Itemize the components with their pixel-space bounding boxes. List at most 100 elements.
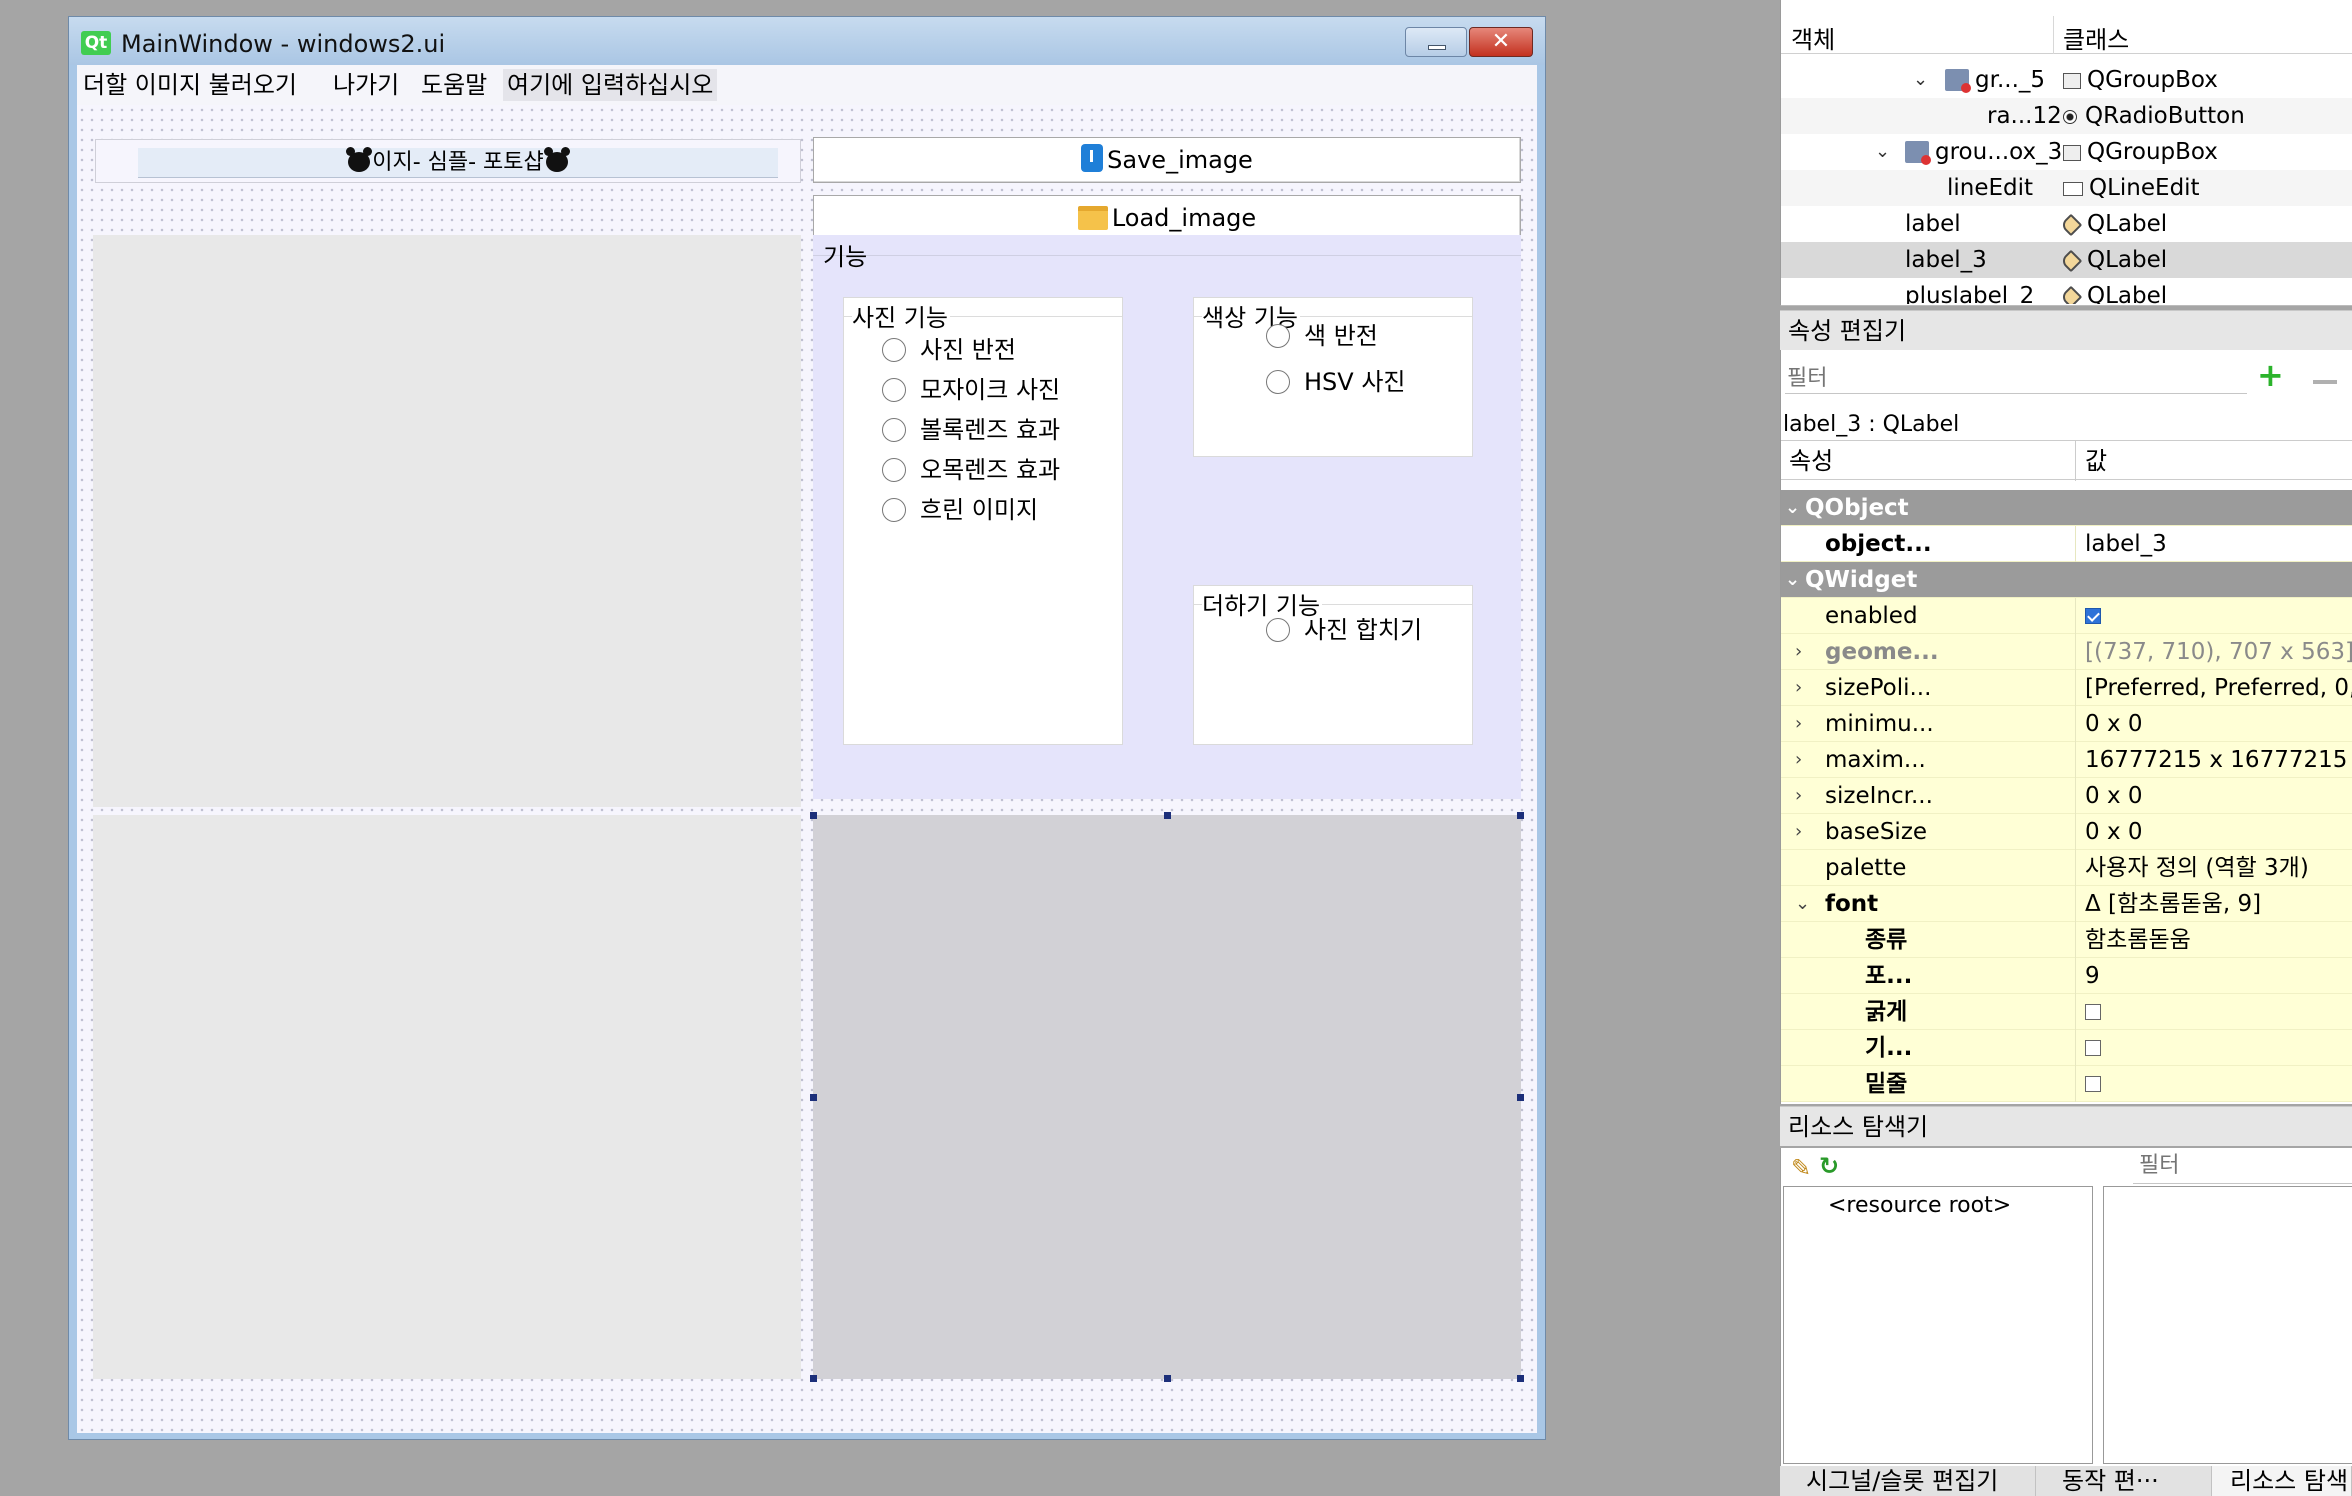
resource-tree[interactable]: <resource root> [1783,1186,2093,1464]
prop-objectname[interactable]: object... label_3 [1781,526,2352,562]
selection-handle[interactable] [1517,812,1524,819]
selection-handle[interactable] [810,812,817,819]
property-editor: + label_3 : QLabel 속성 값 ⌄QObject object.… [1780,350,2352,1104]
radio-circle [882,418,906,442]
resource-root-item[interactable]: <resource root> [1828,1193,2011,1218]
edit-resources-icon[interactable]: ✎ [1791,1154,1811,1182]
prop-sizeincrement[interactable]: › sizeIncr... 0 x 0 [1781,778,2352,814]
prop-sizepolicy[interactable]: ›sizePoli...[Preferred, Preferred, 0, 0] [1781,670,2352,706]
menu-type-here[interactable]: 여기에 입력하십시오 [503,69,718,101]
tab-action-editor[interactable]: 동작 편··· [2036,1466,2212,1496]
prop-enabled[interactable]: enabled [1781,598,2352,634]
menu-bar: 더할 이미지 불러오기 나가기 도움말 여기에 입력하십시오 [77,65,1537,105]
group-frame-line [813,255,1521,256]
object-class: QRadioButton [2063,98,2245,134]
chevron-right-icon[interactable]: › [1795,742,1802,778]
radio-circle [1266,370,1290,394]
tab-resource-browser[interactable]: 리소스 탐색 [2212,1466,2352,1496]
groupbox-tree-icon [1945,69,1971,93]
bold-checkbox[interactable] [2085,1004,2101,1020]
object-name: label_3 [1905,247,1987,273]
prop-font-size[interactable]: 포... 9 [1781,958,2352,994]
photo-group-title: 사진 기능 [852,298,950,333]
object-name: ra...12 [1987,103,2062,129]
folder-icon [1077,206,1108,230]
object-class: QLabel [2059,206,2167,242]
prop-minimumsize[interactable]: › minimu... 0 x 0 [1781,706,2352,742]
chevron-down-icon[interactable]: ⌄ [1875,134,1890,170]
radio-circle [882,378,906,402]
property-filter-input[interactable] [1785,364,2247,394]
prop-font[interactable]: ⌄ font Δ [함초롬돋움, 9] [1781,886,2352,922]
image-label-result[interactable] [810,812,1524,1382]
selection-handle[interactable] [1517,1094,1524,1101]
image-label-original[interactable] [93,235,801,807]
chevron-right-icon[interactable]: › [1795,706,1802,742]
chevron-down-icon[interactable]: ⌄ [1913,62,1928,98]
qt-logo-icon: Qt [81,31,111,55]
close-button[interactable]: ✕ [1469,27,1533,57]
chevron-down-icon[interactable]: ⌄ [1795,886,1810,922]
groupbox-icon [2063,145,2081,161]
menu-add-image[interactable]: 더할 이미지 불러오기 [83,69,297,101]
object-class: QLineEdit [2063,170,2200,206]
chevron-right-icon[interactable]: › [1795,670,1802,706]
tree-row-pluslabel-2[interactable]: pluslabel_2 QLabel [1781,278,2352,304]
prop-font-underline[interactable]: 밑줄 [1781,1066,2352,1102]
selection-handle[interactable] [1517,1375,1524,1382]
selection-handle[interactable] [1164,1375,1171,1382]
app-title-label: 이지- 심플- 포토샵 [138,147,778,178]
italic-checkbox[interactable] [2085,1040,2101,1056]
property-editor-title: 속성 편집기 [1780,310,2352,350]
title-bar[interactable]: Qt MainWindow - windows2.ui ✕ [69,17,1545,65]
radio-circle [882,338,906,362]
enabled-checkbox[interactable] [2085,608,2101,624]
category-qwidget[interactable]: ⌄ QWidget [1781,562,2352,598]
radio-label: 색 반전 [1304,322,1378,350]
prop-font-family[interactable]: 종류 함초롬돋움 [1781,922,2352,958]
prop-font-italic[interactable]: 기... [1781,1030,2352,1066]
tree-row-lineedit[interactable]: lineEdit QLineEdit [1781,170,2352,206]
tree-row-groupbox-5[interactable]: ⌄ gr..._5 QGroupBox [1781,62,2352,98]
resource-list[interactable] [2103,1186,2352,1464]
form-client-area: 더할 이미지 불러오기 나가기 도움말 여기에 입력하십시오 이지- 심플- 포… [77,65,1537,1433]
tree-row-radio-12[interactable]: ra...12 QRadioButton [1781,98,2352,134]
object-class: QLabel [2059,278,2167,304]
selection-handle[interactable] [810,1094,817,1101]
object-class: QGroupBox [2063,62,2218,98]
resource-filter-input[interactable] [2133,1148,2352,1184]
menu-exit[interactable]: 나가기 [333,69,399,101]
add-feature-group: 더하기 기능 사진 합치기 [1193,585,1473,745]
radio-circle [882,498,906,522]
add-property-icon[interactable]: + [2257,359,2284,391]
category-qobject[interactable]: ⌄ QObject [1781,490,2352,526]
tree-row-label[interactable]: label QLabel [1781,206,2352,242]
column-value: 값 [2085,447,2108,475]
menu-help[interactable]: 도움말 [421,69,487,101]
column-divider [2075,441,2076,481]
save-image-button[interactable]: Save_image [813,137,1521,183]
prop-maximumsize[interactable]: › maxim... 16777215 x 16777215 [1781,742,2352,778]
remove-property-icon[interactable] [2313,380,2337,384]
label-tag-icon [2059,285,2083,304]
selection-handle[interactable] [810,1375,817,1382]
groupbox-tree-icon [1905,141,1931,165]
minimize-button[interactable] [1405,27,1467,57]
selection-handle[interactable] [1164,812,1171,819]
image-label-add[interactable] [93,815,801,1379]
chevron-right-icon[interactable]: › [1795,634,1802,670]
tab-signal-slot-editor[interactable]: 시그널/슬롯 편집기 [1780,1466,2036,1496]
radio-circle [1266,618,1290,642]
prop-geometry[interactable]: › geome... [(737, 710), 707 x 563] [1781,634,2352,670]
tree-row-groupbox-3[interactable]: ⌄ grou...ox_3 QGroupBox [1781,134,2352,170]
radio-label: 오목렌즈 효과 [920,456,1061,484]
resource-browser-title: 리소스 탐색기 [1780,1106,2352,1146]
underline-checkbox[interactable] [2085,1076,2101,1092]
prop-font-bold[interactable]: 굵게 [1781,994,2352,1030]
prop-basesize[interactable]: › baseSize 0 x 0 [1781,814,2352,850]
chevron-right-icon[interactable]: › [1795,778,1802,814]
reload-icon[interactable]: ↻ [1819,1152,1839,1180]
chevron-right-icon[interactable]: › [1795,814,1802,850]
prop-palette[interactable]: palette 사용자 정의 (역할 3개) [1781,850,2352,886]
tree-row-label-3-selected[interactable]: label_3 QLabel [1781,242,2352,278]
